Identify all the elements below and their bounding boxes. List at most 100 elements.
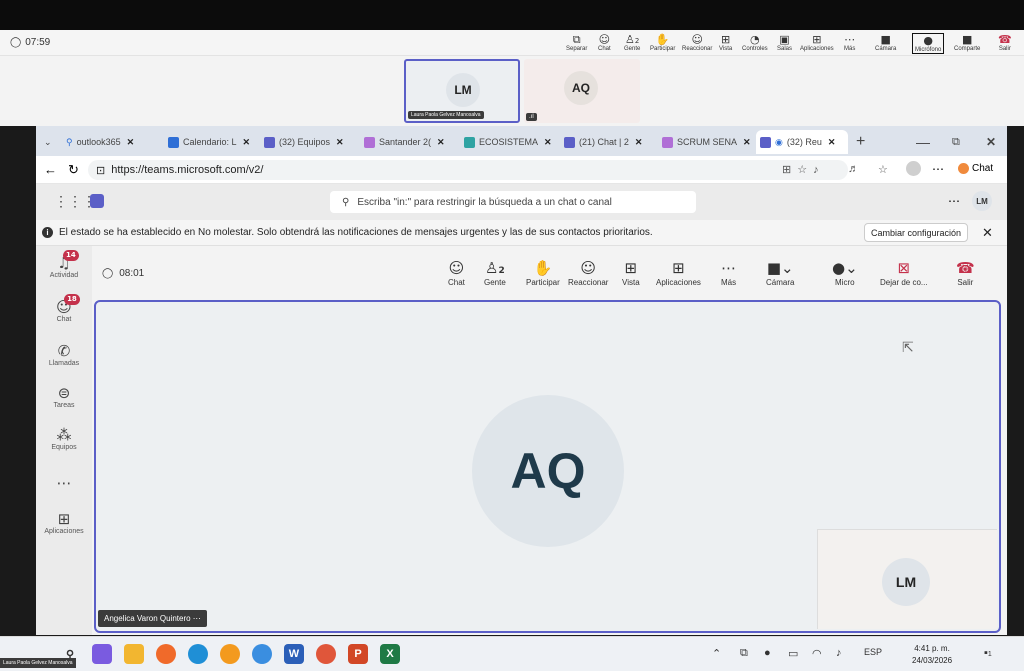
tab-list-button[interactable]: ⌄ — [40, 130, 56, 154]
tray-app-icon[interactable]: ⧉ — [740, 647, 748, 660]
chrome-icon[interactable] — [252, 644, 272, 664]
word-icon[interactable]: W — [284, 644, 304, 664]
camera-button[interactable]: ■⌄ Cámara — [766, 258, 794, 287]
outer-chat-button[interactable]: ☺ Chat — [598, 33, 611, 52]
search-input[interactable]: ⚲ Escriba "in:" para restringir la búsque… — [330, 191, 696, 213]
copilot-icon[interactable] — [92, 644, 112, 664]
raise-hand-button[interactable]: ✋ Participar — [526, 258, 560, 287]
more-icon[interactable]: ⋯ — [932, 162, 944, 176]
camera-off-icon: ■ — [880, 33, 891, 46]
more-icon[interactable]: ⋯ — [948, 194, 960, 208]
outer-mic-button[interactable]: ● Micrófono — [912, 33, 945, 54]
browser-icon[interactable] — [220, 644, 240, 664]
more-icon: ⋯ — [721, 259, 737, 277]
avatar[interactable]: LM — [972, 191, 992, 211]
excel-icon[interactable]: X — [380, 644, 400, 664]
tab-equipos[interactable]: (32) Equipos ✕ — [260, 130, 358, 154]
powerpoint-icon[interactable]: P — [348, 644, 368, 664]
taskbar-clock[interactable]: 4:41 p. m. 24/03/2026 — [912, 643, 952, 667]
speaker-name-label[interactable]: Angelica Varon Quintero ⋯ — [98, 610, 207, 627]
edge-icon[interactable] — [188, 644, 208, 664]
close-icon[interactable]: ✕ — [743, 137, 751, 148]
close-icon[interactable]: ✕ — [544, 137, 552, 148]
refresh-icon[interactable]: ↻ — [68, 162, 79, 178]
change-settings-button[interactable]: Cambiar configuración — [864, 223, 969, 242]
participant-name: Laura Paola Gelvez Manosalva — [408, 111, 484, 119]
outer-leave-button[interactable]: ☎ Salir — [998, 33, 1012, 52]
popout-icon: ⧉ — [572, 33, 581, 46]
separate-button[interactable]: ⧉ Separar — [566, 33, 587, 52]
rail-item-aplicaciones[interactable]: ⊞ Aplicaciones — [36, 510, 92, 535]
close-icon[interactable]: ✕ — [437, 137, 445, 148]
address-bar-icons[interactable]: ⊞☆♪ — [782, 163, 825, 176]
notification-icon[interactable]: ▪1 — [984, 647, 992, 659]
heart-icon — [364, 136, 375, 148]
outer-apps-button[interactable]: ⊞ Aplicaciones — [800, 33, 834, 52]
self-view-tile[interactable]: LM — [817, 529, 997, 629]
app-icon[interactable] — [316, 644, 336, 664]
bell-icon: ♫ 14 — [57, 250, 79, 272]
chat-icon: ☺ 18 — [56, 294, 80, 316]
rail-item-chat[interactable]: ☺ 18 Chat — [36, 294, 92, 323]
apps-icon: ⊞ — [812, 33, 822, 46]
wifi-icon[interactable]: ◠ — [812, 647, 822, 660]
rail-item-more[interactable]: ⋯ — [36, 474, 92, 492]
copilot-chat-button[interactable]: Chat — [958, 163, 993, 174]
back-icon[interactable]: ← — [44, 162, 57, 177]
rail-item-llamadas[interactable]: ✆ Llamadas — [36, 342, 92, 367]
outer-more-button[interactable]: ⋯ Más — [844, 33, 855, 52]
close-icon[interactable]: ✕ — [635, 137, 643, 148]
volume-icon[interactable]: ♪ — [836, 647, 842, 659]
more-button[interactable]: ⋯ Más — [721, 258, 736, 287]
url-input[interactable]: ⊡ https://teams.microsoft.com/v2/ — [88, 160, 848, 180]
tab-reunion[interactable]: ◉ (32) Reu ✕ — [756, 130, 848, 154]
tab-calendario[interactable]: Calendario: L ✕ — [164, 130, 257, 154]
view-button[interactable]: ⊞ Vista — [622, 258, 640, 287]
apps-button[interactable]: ⊞ Aplicaciones — [656, 258, 701, 287]
tab-santander[interactable]: Santander 2(✕ — [360, 130, 458, 154]
tab-chat[interactable]: (21) Chat | 2 ✕ — [560, 130, 656, 154]
outer-react-button[interactable]: ☺ Reaccionar — [682, 33, 712, 52]
rail-item-actividad[interactable]: ♫ 14 Actividad — [36, 250, 92, 279]
close-icon[interactable]: ✕ — [982, 225, 993, 241]
stop-sharing-button[interactable]: ⊠ Dejar de co... — [880, 258, 928, 287]
close-icon[interactable]: ✕ — [243, 137, 251, 148]
language-indicator[interactable]: ESP — [864, 647, 882, 657]
favorites-icon[interactable]: ☆ — [878, 163, 888, 176]
more-icon: ⋯ — [56, 474, 72, 492]
file-explorer-icon[interactable] — [124, 644, 144, 664]
new-tab-button[interactable]: + — [852, 130, 869, 154]
close-icon[interactable]: ✕ — [127, 137, 135, 148]
mic-button[interactable]: ●⌄ Micro — [832, 258, 858, 287]
outer-rooms-button[interactable]: ▣ Salas — [777, 33, 792, 52]
outer-share-button[interactable]: ■ Comparte — [954, 33, 980, 52]
mic-icon: ●⌄ — [832, 259, 858, 277]
outer-people-button[interactable]: ♙2 Gente — [624, 33, 640, 52]
close-icon[interactable]: ✕ — [828, 137, 836, 148]
leave-button[interactable]: ☎ Salir — [956, 258, 975, 287]
tray-chevron-icon[interactable]: ⌃ — [712, 647, 721, 660]
participant-tile-lm[interactable]: LM Laura Paola Gelvez Manosalva — [404, 59, 520, 123]
outer-view-button[interactable]: ⊞ Vista — [719, 33, 732, 52]
tab-ecosistema[interactable]: ECOSISTEMA ✕ — [460, 130, 558, 154]
battery-icon[interactable]: ▭ — [788, 647, 798, 660]
outer-controls-button[interactable]: ◔ Controles — [742, 33, 768, 52]
react-button[interactable]: ☺ Reaccionar — [568, 258, 608, 287]
mic-icon[interactable]: ● — [764, 647, 771, 659]
outer-camera-button[interactable]: ■ Cámara — [875, 33, 896, 52]
tab-scrum[interactable]: SCRUM SENA ✕ — [658, 130, 754, 154]
tab-outlook[interactable]: ⚲ outlook365 ✕ — [62, 130, 162, 154]
outer-raise-hand-button[interactable]: ✋ Participar — [650, 33, 675, 52]
rail-item-equipos[interactable]: ⁂ Equipos — [36, 426, 92, 451]
close-window-button[interactable]: ✕ — [982, 130, 1000, 154]
close-icon[interactable]: ✕ — [336, 137, 344, 148]
profile-icon[interactable] — [906, 161, 921, 176]
restore-button[interactable]: ⧉ — [948, 130, 964, 154]
participant-tile-aq[interactable]: AQ .ıl — [524, 59, 640, 123]
extension-icon[interactable]: ♬ — [848, 163, 859, 175]
people-button[interactable]: ♙2 Gente — [484, 258, 506, 287]
minimize-button[interactable]: — — [912, 130, 934, 154]
chat-button[interactable]: ☺ Chat — [448, 258, 465, 287]
firefox-icon[interactable] — [156, 644, 176, 664]
rail-item-tareas[interactable]: ⊜ Tareas — [36, 384, 92, 409]
